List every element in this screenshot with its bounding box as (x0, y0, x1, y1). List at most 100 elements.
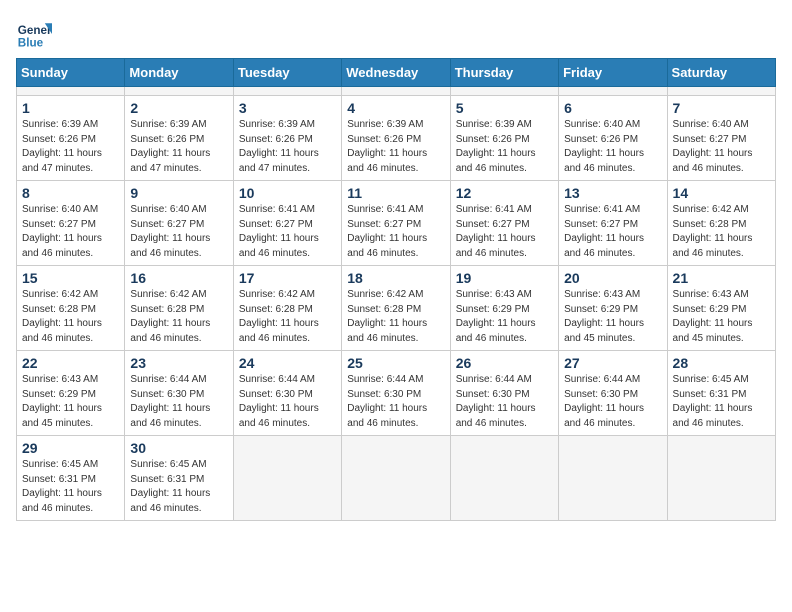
calendar-cell (559, 436, 667, 521)
day-info: Sunrise: 6:44 AMSunset: 6:30 PMDaylight:… (456, 373, 553, 431)
weekday-header-sunday: Sunday (17, 59, 125, 87)
day-info: Sunrise: 6:40 AMSunset: 6:27 PMDaylight:… (22, 203, 119, 261)
calendar-cell (233, 436, 341, 521)
calendar-cell: 17 Sunrise: 6:42 AMSunset: 6:28 PMDayligh… (233, 266, 341, 351)
day-number: 29 (22, 440, 119, 456)
day-number: 1 (22, 100, 119, 116)
day-number: 11 (347, 185, 444, 201)
calendar-cell (667, 87, 775, 96)
calendar-cell (450, 436, 558, 521)
day-number: 14 (673, 185, 770, 201)
day-info: Sunrise: 6:39 AMSunset: 6:26 PMDaylight:… (456, 118, 553, 176)
day-info: Sunrise: 6:39 AMSunset: 6:26 PMDaylight:… (239, 118, 336, 176)
day-number: 17 (239, 270, 336, 286)
day-info: Sunrise: 6:40 AMSunset: 6:27 PMDaylight:… (673, 118, 770, 176)
calendar-cell: 5 Sunrise: 6:39 AMSunset: 6:26 PMDaylight… (450, 96, 558, 181)
calendar-cell: 19 Sunrise: 6:43 AMSunset: 6:29 PMDayligh… (450, 266, 558, 351)
day-info: Sunrise: 6:40 AMSunset: 6:27 PMDaylight:… (130, 203, 227, 261)
day-info: Sunrise: 6:42 AMSunset: 6:28 PMDaylight:… (347, 288, 444, 346)
day-info: Sunrise: 6:41 AMSunset: 6:27 PMDaylight:… (347, 203, 444, 261)
weekday-header-wednesday: Wednesday (342, 59, 450, 87)
calendar-cell: 2 Sunrise: 6:39 AMSunset: 6:26 PMDaylight… (125, 96, 233, 181)
day-info: Sunrise: 6:45 AMSunset: 6:31 PMDaylight:… (130, 458, 227, 516)
day-number: 3 (239, 100, 336, 116)
day-info: Sunrise: 6:39 AMSunset: 6:26 PMDaylight:… (22, 118, 119, 176)
calendar-cell: 14 Sunrise: 6:42 AMSunset: 6:28 PMDayligh… (667, 181, 775, 266)
calendar-cell: 3 Sunrise: 6:39 AMSunset: 6:26 PMDaylight… (233, 96, 341, 181)
day-number: 16 (130, 270, 227, 286)
day-info: Sunrise: 6:45 AMSunset: 6:31 PMDaylight:… (673, 373, 770, 431)
svg-text:Blue: Blue (18, 37, 44, 50)
calendar-cell: 22Sunrise: 6:43 AMSunset: 6:29 PMDayligh… (17, 351, 125, 436)
day-number: 5 (456, 100, 553, 116)
day-info: Sunrise: 6:43 AMSunset: 6:29 PMDaylight:… (564, 288, 661, 346)
day-number: 21 (673, 270, 770, 286)
weekday-header-thursday: Thursday (450, 59, 558, 87)
day-number: 10 (239, 185, 336, 201)
day-info: Sunrise: 6:44 AMSunset: 6:30 PMDaylight:… (130, 373, 227, 431)
day-number: 8 (22, 185, 119, 201)
day-info: Sunrise: 6:44 AMSunset: 6:30 PMDaylight:… (239, 373, 336, 431)
day-number: 7 (673, 100, 770, 116)
day-number: 30 (130, 440, 227, 456)
day-info: Sunrise: 6:42 AMSunset: 6:28 PMDaylight:… (673, 203, 770, 261)
calendar-cell: 26 Sunrise: 6:44 AMSunset: 6:30 PMDayligh… (450, 351, 558, 436)
logo: General Blue (16, 16, 52, 52)
day-info: Sunrise: 6:39 AMSunset: 6:26 PMDaylight:… (130, 118, 227, 176)
day-info: Sunrise: 6:43 AMSunset: 6:29 PMDaylight:… (456, 288, 553, 346)
day-number: 2 (130, 100, 227, 116)
weekday-header-saturday: Saturday (667, 59, 775, 87)
weekday-header-tuesday: Tuesday (233, 59, 341, 87)
calendar-cell: 21 Sunrise: 6:43 AMSunset: 6:29 PMDayligh… (667, 266, 775, 351)
day-number: 13 (564, 185, 661, 201)
day-info: Sunrise: 6:44 AMSunset: 6:30 PMDaylight:… (564, 373, 661, 431)
day-number: 24 (239, 355, 336, 371)
calendar-cell (667, 436, 775, 521)
day-info: Sunrise: 6:42 AMSunset: 6:28 PMDaylight:… (22, 288, 119, 346)
day-number: 4 (347, 100, 444, 116)
day-info: Sunrise: 6:41 AMSunset: 6:27 PMDaylight:… (239, 203, 336, 261)
calendar-cell: 15 Sunrise: 6:42 AMSunset: 6:28 PMDayligh… (17, 266, 125, 351)
day-info: Sunrise: 6:40 AMSunset: 6:26 PMDaylight:… (564, 118, 661, 176)
day-info: Sunrise: 6:39 AMSunset: 6:26 PMDaylight:… (347, 118, 444, 176)
day-number: 6 (564, 100, 661, 116)
calendar-cell: 29Sunrise: 6:45 AMSunset: 6:31 PMDayligh… (17, 436, 125, 521)
calendar-cell: 13 Sunrise: 6:41 AMSunset: 6:27 PMDayligh… (559, 181, 667, 266)
calendar-cell (125, 87, 233, 96)
calendar-table: SundayMondayTuesdayWednesdayThursdayFrid… (16, 58, 776, 521)
day-info: Sunrise: 6:42 AMSunset: 6:28 PMDaylight:… (130, 288, 227, 346)
calendar-cell: 11 Sunrise: 6:41 AMSunset: 6:27 PMDayligh… (342, 181, 450, 266)
calendar-cell: 25 Sunrise: 6:44 AMSunset: 6:30 PMDayligh… (342, 351, 450, 436)
calendar-cell: 24 Sunrise: 6:44 AMSunset: 6:30 PMDayligh… (233, 351, 341, 436)
calendar-cell: 9Sunrise: 6:40 AMSunset: 6:27 PMDaylight… (125, 181, 233, 266)
calendar-cell: 10 Sunrise: 6:41 AMSunset: 6:27 PMDayligh… (233, 181, 341, 266)
calendar-cell: 6 Sunrise: 6:40 AMSunset: 6:26 PMDaylight… (559, 96, 667, 181)
calendar-cell: 30 Sunrise: 6:45 AMSunset: 6:31 PMDayligh… (125, 436, 233, 521)
day-info: Sunrise: 6:42 AMSunset: 6:28 PMDaylight:… (239, 288, 336, 346)
day-info: Sunrise: 6:44 AMSunset: 6:30 PMDaylight:… (347, 373, 444, 431)
day-number: 23 (130, 355, 227, 371)
calendar-cell: 1 Sunrise: 6:39 AMSunset: 6:26 PMDaylight… (17, 96, 125, 181)
calendar-cell: 7 Sunrise: 6:40 AMSunset: 6:27 PMDaylight… (667, 96, 775, 181)
day-number: 19 (456, 270, 553, 286)
weekday-header-monday: Monday (125, 59, 233, 87)
day-info: Sunrise: 6:41 AMSunset: 6:27 PMDaylight:… (456, 203, 553, 261)
day-number: 15 (22, 270, 119, 286)
calendar-cell (342, 87, 450, 96)
day-number: 28 (673, 355, 770, 371)
day-info: Sunrise: 6:43 AMSunset: 6:29 PMDaylight:… (673, 288, 770, 346)
calendar-cell: 23 Sunrise: 6:44 AMSunset: 6:30 PMDayligh… (125, 351, 233, 436)
day-info: Sunrise: 6:41 AMSunset: 6:27 PMDaylight:… (564, 203, 661, 261)
calendar-cell: 27 Sunrise: 6:44 AMSunset: 6:30 PMDayligh… (559, 351, 667, 436)
calendar-cell (342, 436, 450, 521)
calendar-cell: 18Sunrise: 6:42 AMSunset: 6:28 PMDayligh… (342, 266, 450, 351)
day-number: 25 (347, 355, 444, 371)
day-number: 26 (456, 355, 553, 371)
calendar-cell: 8 Sunrise: 6:40 AMSunset: 6:27 PMDaylight… (17, 181, 125, 266)
calendar-cell: 20Sunrise: 6:43 AMSunset: 6:29 PMDayligh… (559, 266, 667, 351)
calendar-cell: 12 Sunrise: 6:41 AMSunset: 6:27 PMDayligh… (450, 181, 558, 266)
day-number: 27 (564, 355, 661, 371)
weekday-header-friday: Friday (559, 59, 667, 87)
day-number: 12 (456, 185, 553, 201)
calendar-cell: 28 Sunrise: 6:45 AMSunset: 6:31 PMDayligh… (667, 351, 775, 436)
